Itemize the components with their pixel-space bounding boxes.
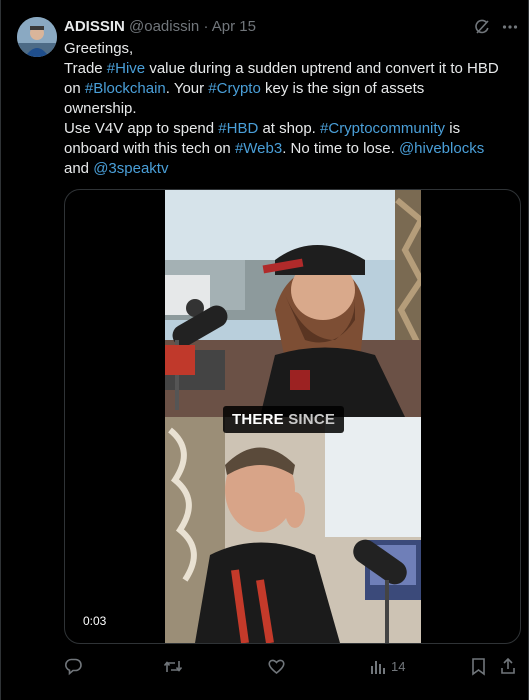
tweet-line-6: onboard with this tech on #Web3. No time…	[64, 140, 485, 157]
hashtag-blockchain[interactable]: #Blockchain	[85, 80, 166, 97]
tweet-line-1: Greetings,	[64, 40, 134, 57]
views-count: 14	[391, 658, 406, 674]
header-separator: ·	[203, 18, 209, 35]
reply-icon	[64, 657, 83, 676]
hashtag-web3[interactable]: #Web3	[235, 140, 282, 157]
tweet-date[interactable]: Apr 15	[212, 18, 256, 35]
tweet-line-7: and @3speaktv	[64, 160, 169, 177]
like-button[interactable]	[267, 655, 286, 677]
retweet-button[interactable]	[163, 655, 183, 677]
tweet-text: Greetings, Trade #Hive value during a su…	[64, 39, 514, 179]
share-icon	[499, 657, 517, 676]
avatar[interactable]	[17, 17, 57, 57]
hashtag-hbd[interactable]: #HBD	[218, 120, 258, 137]
tweet-line-5: Use V4V app to spend #HBD at shop. #Cryp…	[64, 120, 461, 137]
mention-3speaktv[interactable]: @3speaktv	[93, 160, 168, 177]
tweet-line-2: Trade #Hive value during a sudden uptren…	[64, 60, 499, 77]
tweet-line-3: on #Blockchain. Your #Crypto key is the …	[64, 80, 425, 97]
action-bar: 14	[64, 655, 519, 677]
views-button[interactable]: 14	[370, 655, 405, 677]
author-handle[interactable]: @oadissin	[129, 18, 199, 35]
video-timer: 0:03	[77, 612, 113, 630]
share-button[interactable]	[499, 655, 517, 677]
like-icon	[267, 657, 286, 676]
video-caption: THERE SINCE	[223, 406, 345, 433]
hashtag-cryptocommunity[interactable]: #Cryptocommunity	[320, 120, 445, 137]
bookmark-icon	[470, 657, 487, 676]
tweet-line-4: ownership.	[64, 100, 137, 117]
mention-hiveblocks[interactable]: @hiveblocks	[399, 140, 484, 157]
hashtag-crypto[interactable]: #Crypto	[208, 80, 261, 97]
video-player[interactable]: THERE SINCE 0:03	[64, 189, 521, 644]
left-border	[0, 0, 1, 700]
more-icon[interactable]	[500, 17, 520, 37]
hashtag-hive[interactable]: #Hive	[107, 60, 145, 77]
views-icon	[370, 658, 387, 675]
bookmark-button[interactable]	[470, 655, 487, 677]
author-name[interactable]: ADISSIN	[64, 18, 125, 35]
grok-icon[interactable]	[472, 17, 492, 37]
tweet-header: ADISSIN @oadissin · Apr 15	[64, 17, 256, 37]
reply-button[interactable]	[64, 655, 83, 677]
retweet-icon	[163, 657, 183, 676]
